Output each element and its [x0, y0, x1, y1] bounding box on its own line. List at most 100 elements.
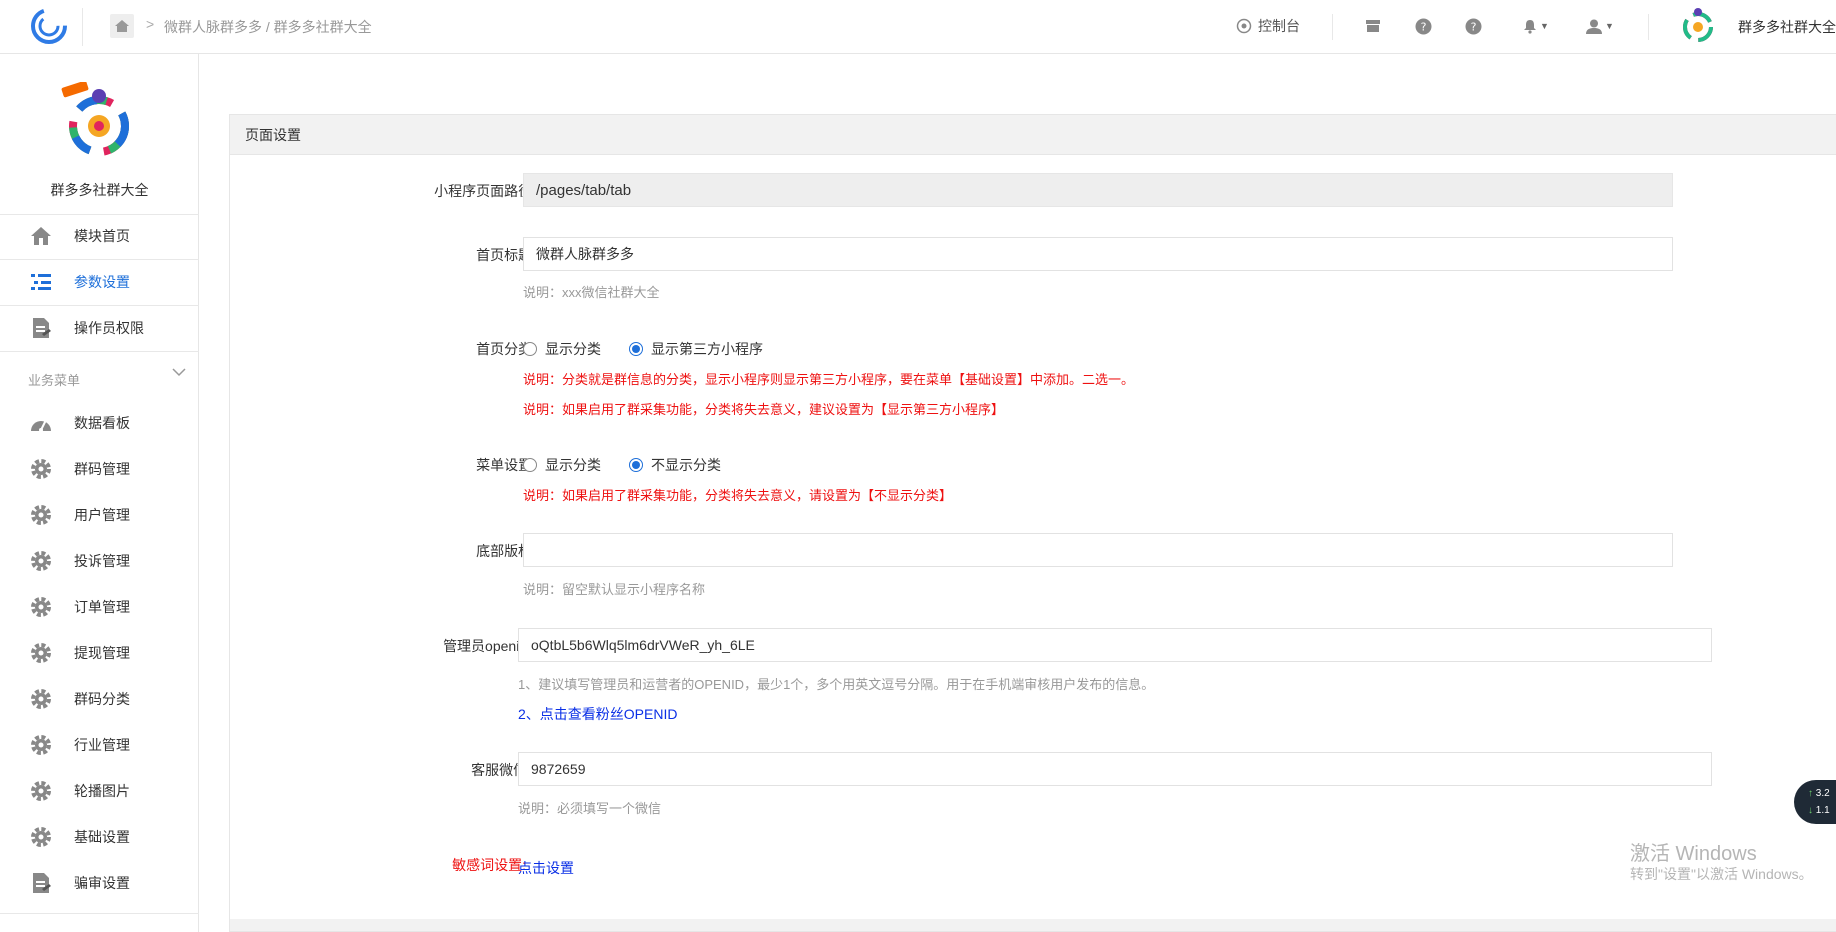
sidebar-item-label: 订单管理: [74, 599, 130, 615]
arrow-up-icon: ↑: [1808, 788, 1813, 799]
panel-footer: [230, 919, 1836, 931]
sidebar-item-users[interactable]: 用户管理: [0, 493, 199, 537]
console-icon: [1236, 18, 1252, 34]
gear-icon: [28, 732, 54, 758]
sidebar-item-group-code[interactable]: 群码管理: [0, 447, 199, 491]
divider: [0, 913, 199, 914]
sidebar-item-label: 参数设置: [74, 274, 130, 290]
home-icon[interactable]: [110, 14, 134, 38]
home-title-note: 说明：xxx微信社群大全: [523, 285, 660, 300]
sidebar-item-params[interactable]: 参数设置: [0, 260, 199, 304]
home-category-note-1: 说明：分类就是群信息的分类，显示小程序则显示第三方小程序，要在菜单【基础设置】中…: [523, 372, 1135, 387]
service-wechat-input[interactable]: [518, 752, 1712, 786]
sidebar-item-review-settings[interactable]: 骗审设置: [0, 861, 199, 905]
svg-text:?: ?: [1470, 20, 1476, 33]
radio-label[interactable]: 显示分类: [545, 455, 601, 475]
activate-windows-hint: 转到"设置"以激活 Windows。: [1630, 866, 1813, 882]
divider: [0, 351, 199, 352]
home-icon: [28, 223, 54, 249]
sidebar-item-label: 行业管理: [74, 737, 130, 753]
breadcrumb-separator: >: [146, 16, 155, 32]
account-logo-icon[interactable]: [1678, 6, 1718, 46]
service-wechat-note: 说明：必须填写一个微信: [518, 801, 662, 816]
radio-label[interactable]: 不显示分类: [651, 455, 721, 475]
store-icon[interactable]: [1362, 15, 1384, 37]
sidebar-item-label: 模块首页: [74, 228, 130, 244]
help-icon[interactable]: ?: [1412, 15, 1434, 37]
chevron-down-icon[interactable]: [172, 367, 186, 377]
menu-setting-note: 说明：如果启用了群采集功能，分类将失去意义，请设置为【不显示分类】: [523, 488, 953, 503]
arrow-down-icon: ↓: [1808, 805, 1813, 816]
console-link[interactable]: 控制台: [1236, 16, 1300, 36]
divider: [82, 8, 83, 46]
sidebar-item-label: 基础设置: [74, 829, 130, 845]
sidebar-item-label: 骗审设置: [74, 875, 130, 891]
user-icon[interactable]: ▼: [1582, 15, 1618, 37]
sidebar-item-label: 用户管理: [74, 507, 130, 523]
menu-setting-radio-group: 显示分类 不显示分类: [523, 455, 749, 475]
footer-copyright-input[interactable]: [523, 533, 1673, 567]
footer-copyright-note: 说明：留空默认显示小程序名称: [523, 582, 706, 597]
account-name[interactable]: 群多多社群大全: [1738, 17, 1836, 37]
sidebar-item-code-category[interactable]: 群码分类: [0, 677, 199, 721]
help-icon[interactable]: ?: [1462, 15, 1484, 37]
download-speed: 1.1: [1815, 805, 1830, 816]
sidebar-item-complaints[interactable]: 投诉管理: [0, 539, 199, 583]
chevron-down-icon: ▼: [1540, 21, 1549, 31]
gear-icon: [28, 456, 54, 482]
home-category-radio-show[interactable]: [523, 342, 537, 356]
admin-openid-note: 1、建议填写管理员和运营者的OPENID，最少1个，多个用英文逗号分隔。用于在手…: [518, 677, 1155, 692]
sidebar-item-dashboard[interactable]: 数据看板: [0, 401, 199, 445]
sidebar-item-label: 投诉管理: [74, 553, 130, 569]
sidebar-item-orders[interactable]: 订单管理: [0, 585, 199, 629]
gear-icon: [28, 778, 54, 804]
gear-icon: [28, 502, 54, 528]
sidebar-item-withdraw[interactable]: 提现管理: [0, 631, 199, 675]
network-speed-widget[interactable]: ↑ 3.2 ↓ 1.1: [1794, 780, 1836, 824]
divider: [1332, 14, 1333, 40]
radio-label[interactable]: 显示分类: [545, 339, 601, 359]
upload-speed: 3.2: [1815, 788, 1830, 799]
sidebar-item-operator[interactable]: 操作员权限: [0, 306, 199, 350]
gear-icon: [28, 686, 54, 712]
sensitive-words-settings-link[interactable]: 点击设置: [518, 858, 574, 878]
sidebar-group-label[interactable]: 业务菜单: [28, 370, 80, 389]
sidebar-item-industry[interactable]: 行业管理: [0, 723, 199, 767]
app-title: 群多多社群大全: [50, 182, 149, 198]
home-category-note-2: 说明：如果启用了群采集功能，分类将失去意义，建议设置为【显示第三方小程序】: [523, 402, 1005, 417]
sidebar-item-basic-settings[interactable]: 基础设置: [0, 815, 199, 859]
sidebar-item-label: 操作员权限: [74, 320, 144, 336]
console-label: 控制台: [1258, 18, 1300, 34]
page-path-input: [523, 173, 1673, 207]
gear-icon: [28, 640, 54, 666]
list-icon: [28, 269, 54, 295]
chevron-down-icon: ▼: [1605, 21, 1614, 31]
gear-icon: [28, 548, 54, 574]
view-fans-openid-link[interactable]: 2、点击查看粉丝OPENID: [518, 704, 677, 724]
activate-windows-watermark: 激活 Windows: [1630, 843, 1757, 865]
sidebar-item-carousel[interactable]: 轮播图片: [0, 769, 199, 813]
sidebar-item-label: 提现管理: [74, 645, 130, 661]
gear-icon: [28, 824, 54, 850]
sensitive-words-label: 敏感词设置:: [452, 857, 526, 873]
notification-bell-icon[interactable]: ▼: [1518, 15, 1554, 37]
home-title-input[interactable]: [523, 237, 1673, 271]
document-icon: [28, 315, 54, 341]
panel-title: 页面设置: [230, 115, 1836, 155]
gear-icon: [28, 594, 54, 620]
page-settings-panel: 页面设置 小程序页面路径: 首页标题: 说明：xxx微信社群大全 首页分类: 显…: [229, 114, 1836, 932]
menu-setting-radio-show[interactable]: [523, 458, 537, 472]
dashboard-icon: [28, 410, 54, 436]
brand-logo-icon[interactable]: [28, 5, 70, 47]
admin-openid-input[interactable]: [518, 628, 1712, 662]
menu-setting-radio-hide[interactable]: [629, 458, 643, 472]
svg-text:?: ?: [1420, 20, 1426, 33]
divider: [1648, 14, 1649, 40]
breadcrumb[interactable]: 微群人脉群多多 / 群多多社群大全: [164, 17, 372, 37]
sidebar-item-label: 群码管理: [74, 461, 130, 477]
document-icon: [28, 870, 54, 896]
sidebar-item-module-home[interactable]: 模块首页: [0, 214, 199, 258]
home-category-radio-third-party[interactable]: [629, 342, 643, 356]
radio-label[interactable]: 显示第三方小程序: [651, 339, 763, 359]
home-category-radio-group: 显示分类 显示第三方小程序: [523, 339, 791, 359]
